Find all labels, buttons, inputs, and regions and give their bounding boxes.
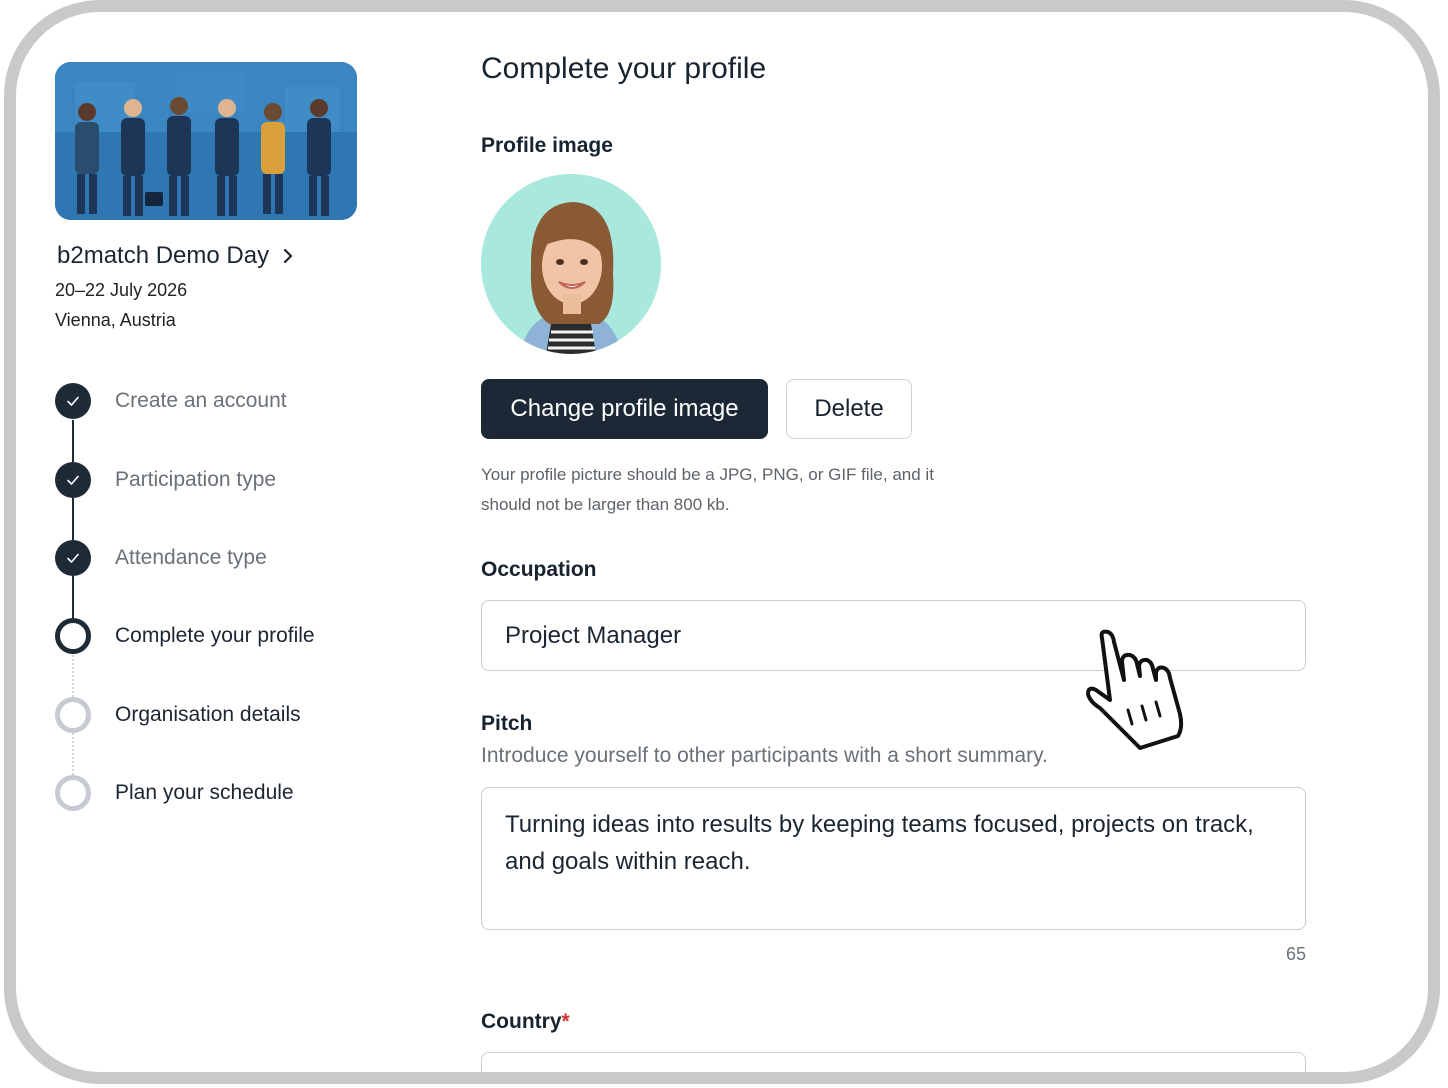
check-icon (55, 540, 91, 576)
page-title: Complete your profile (481, 52, 767, 85)
profile-avatar (481, 174, 661, 354)
current-step-icon (55, 618, 91, 654)
step-connector (72, 420, 74, 462)
country-label-text: Country (481, 1010, 562, 1033)
step-label: Complete your profile (115, 624, 315, 647)
step-participation-type[interactable]: Participation type (55, 462, 276, 498)
step-connector (72, 498, 74, 540)
app-window: b2match Demo Day 20–22 July 2026 Vienna,… (4, 0, 1440, 1084)
page: b2match Demo Day 20–22 July 2026 Vienna,… (16, 12, 1428, 1072)
event-title: b2match Demo Day (57, 242, 270, 269)
pitch-description: Introduce yourself to other participants… (481, 744, 1048, 767)
pending-step-icon (55, 697, 91, 733)
profile-image-label: Profile image (481, 134, 613, 157)
step-connector (72, 576, 74, 618)
change-profile-image-button[interactable]: Change profile image (481, 379, 768, 439)
step-plan-schedule: Plan your schedule (55, 775, 294, 811)
pending-step-icon (55, 775, 91, 811)
chevron-right-icon (283, 249, 293, 263)
step-label: Plan your schedule (115, 781, 294, 804)
step-create-account[interactable]: Create an account (55, 383, 287, 419)
check-icon (55, 462, 91, 498)
pitch-label: Pitch (481, 712, 533, 735)
pitch-char-count: 65 (1285, 944, 1306, 964)
step-label: Organisation details (115, 703, 301, 726)
step-attendance-type[interactable]: Attendance type (55, 540, 267, 576)
step-organisation-details: Organisation details (55, 697, 301, 733)
occupation-label: Occupation (481, 558, 597, 581)
required-marker: * (561, 1010, 570, 1033)
check-icon (55, 383, 91, 419)
step-label: Participation type (115, 468, 277, 491)
country-label: Country* (481, 1010, 570, 1034)
event-location: Vienna, Austria (55, 310, 176, 330)
profile-image-hint: Your profile picture should be a JPG, PN… (481, 465, 934, 514)
event-banner-image (55, 62, 357, 220)
step-connector (72, 655, 74, 697)
pitch-textarea[interactable]: Turning ideas into results by keeping te… (481, 787, 1306, 930)
occupation-input[interactable] (481, 600, 1306, 671)
step-connector (72, 733, 74, 775)
step-label: Attendance type (115, 546, 267, 569)
event-date: 20–22 July 2026 (55, 280, 188, 300)
step-label: Create an account (115, 389, 287, 412)
event-title-link[interactable]: b2match Demo Day (57, 242, 295, 270)
delete-image-button[interactable]: Delete (786, 379, 912, 439)
country-select[interactable] (481, 1052, 1306, 1072)
step-complete-profile[interactable]: Complete your profile (55, 618, 315, 654)
